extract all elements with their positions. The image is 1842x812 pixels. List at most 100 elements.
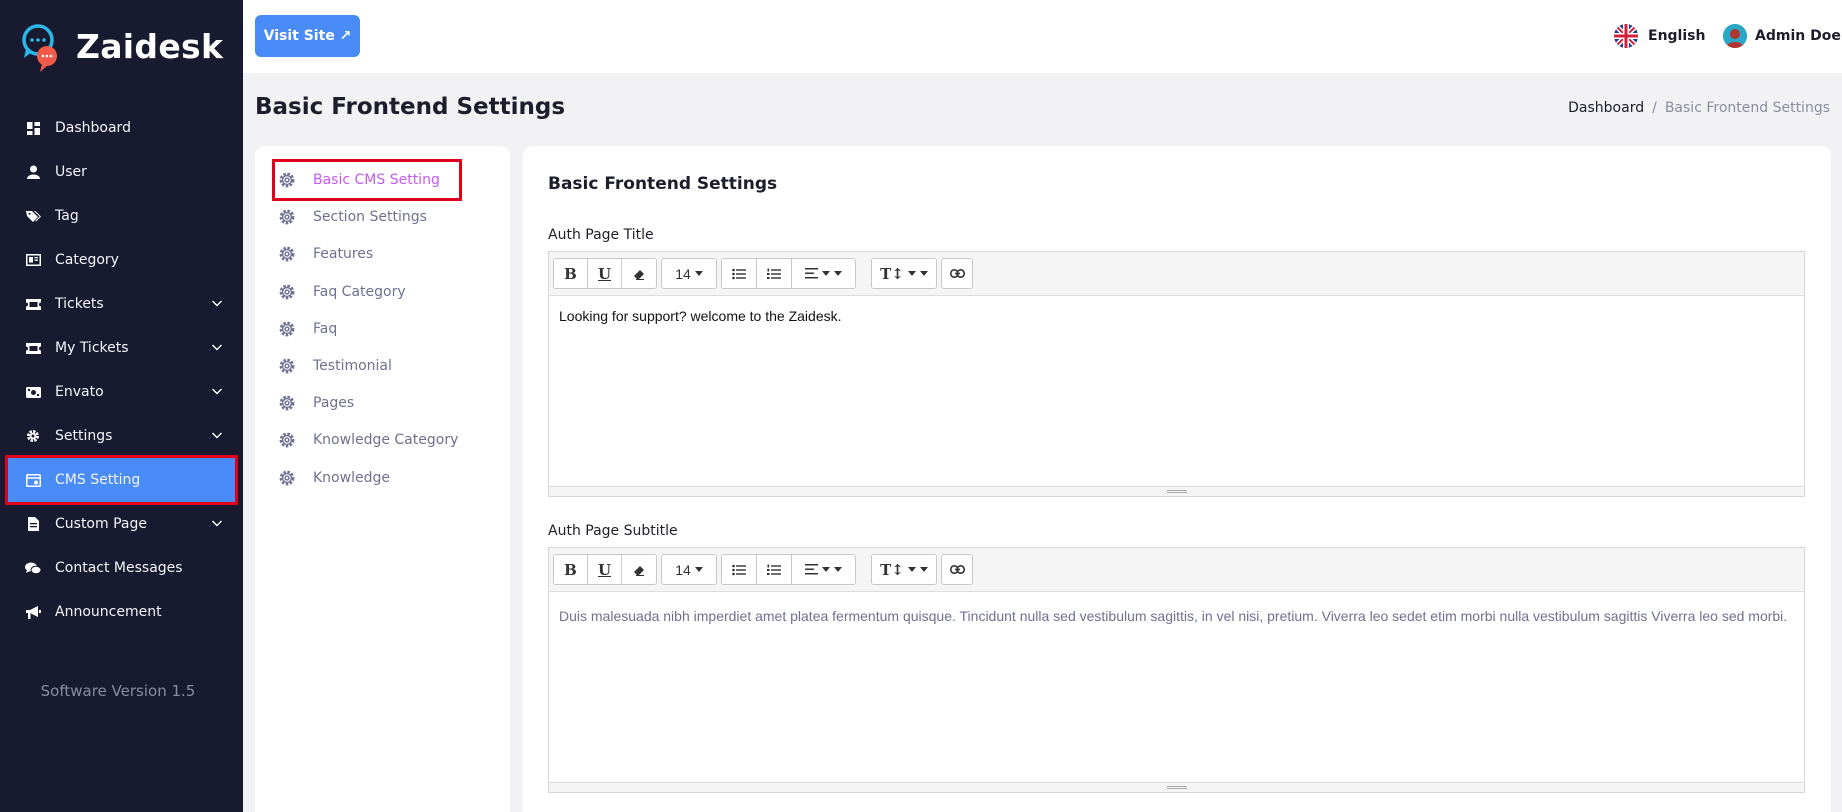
align-dropdown[interactable] xyxy=(792,555,855,584)
sidebar-item-contact-messages[interactable]: Contact Messages xyxy=(0,546,243,590)
cms-menu-pages[interactable]: Pages xyxy=(275,385,354,421)
gear-icon xyxy=(25,428,41,444)
cms-menu-knowledge-category[interactable]: Knowledge Category xyxy=(275,422,458,458)
sidebar: Zaidesk Dashboard User Tag Category Tick… xyxy=(0,0,243,812)
bullet-list-button[interactable] xyxy=(722,555,757,584)
cms-menu-basic-cms-setting[interactable]: Basic CMS Setting xyxy=(272,159,462,201)
gear-icon xyxy=(279,246,295,262)
chevron-down-icon xyxy=(212,388,222,395)
line-height-dropdown[interactable]: T↕ xyxy=(872,259,936,288)
chevron-down-icon xyxy=(212,520,222,527)
align-dropdown[interactable] xyxy=(792,259,855,288)
link-icon xyxy=(949,565,965,574)
app-name: Zaidesk xyxy=(76,26,224,66)
chat-icon xyxy=(25,560,41,576)
auth-subtitle-label: Auth Page Subtitle xyxy=(548,523,678,539)
line-height-dropdown[interactable]: T↕ xyxy=(872,555,936,584)
caret-down-icon xyxy=(907,567,916,572)
editor-toolbar: B U 14 T↕ xyxy=(549,252,1804,296)
sidebar-item-label: User xyxy=(55,164,87,180)
cms-menu-label: Pages xyxy=(313,395,355,411)
auth-title-editor-content[interactable]: Looking for support? welcome to the Zaid… xyxy=(549,296,1804,486)
list-button-group xyxy=(721,258,856,289)
sidebar-item-cms-setting[interactable]: CMS Setting xyxy=(5,455,238,505)
chevron-down-icon xyxy=(212,344,222,351)
bold-button[interactable]: B xyxy=(554,259,588,288)
editor-resize-handle[interactable] xyxy=(549,486,1804,496)
font-size-group: 14 xyxy=(661,554,717,585)
page-icon xyxy=(25,516,41,532)
gear-icon xyxy=(279,395,295,411)
bullet-list-button[interactable] xyxy=(722,259,757,288)
cms-menu-label: Features xyxy=(313,246,374,262)
bullet-list-icon xyxy=(732,564,746,575)
user-menu[interactable]: Admin Doe xyxy=(1723,24,1841,48)
breadcrumb-dashboard-link[interactable]: Dashboard xyxy=(1568,100,1644,116)
sidebar-item-envato[interactable]: Envato xyxy=(0,370,243,414)
settings-form-card: Basic Frontend Settings Auth Page Title … xyxy=(523,146,1831,812)
line-height-group: T↕ xyxy=(871,554,937,585)
sidebar-item-category[interactable]: Category xyxy=(0,238,243,282)
logo-icon xyxy=(20,22,62,72)
sidebar-item-label: Contact Messages xyxy=(55,560,183,576)
auth-subtitle-editor: B U 14 T↕ Duis malesuada nibh imperdiet … xyxy=(548,547,1805,793)
sidebar-item-label: Category xyxy=(55,252,119,268)
sidebar-item-user[interactable]: User xyxy=(0,150,243,194)
software-version: Software Version 1.5 xyxy=(40,682,196,700)
line-height-glyph: T↕ xyxy=(880,560,904,579)
link-button[interactable] xyxy=(942,555,972,584)
sidebar-nav: Dashboard User Tag Category Tickets My T… xyxy=(0,106,243,634)
sidebar-item-label: My Tickets xyxy=(55,340,129,356)
sidebar-item-settings[interactable]: Settings xyxy=(0,414,243,458)
sidebar-item-custom-page[interactable]: Custom Page xyxy=(0,502,243,546)
language-selector[interactable]: English xyxy=(1614,24,1705,48)
caret-down-icon xyxy=(694,271,703,276)
numbered-list-icon xyxy=(767,564,781,575)
cms-menu-label: Faq Category xyxy=(313,284,406,300)
sidebar-item-announcement[interactable]: Announcement xyxy=(0,590,243,634)
cms-menu-knowledge[interactable]: Knowledge xyxy=(275,460,390,496)
numbered-list-button[interactable] xyxy=(757,555,792,584)
link-icon xyxy=(949,269,965,278)
eraser-button[interactable] xyxy=(622,555,656,584)
eraser-icon xyxy=(634,269,644,280)
bold-button[interactable]: B xyxy=(554,555,588,584)
link-group xyxy=(941,554,973,585)
cms-menu-faq[interactable]: Faq xyxy=(275,311,337,347)
link-button[interactable] xyxy=(942,259,972,288)
ticket-icon xyxy=(25,340,41,356)
form-title: Basic Frontend Settings xyxy=(548,174,778,194)
cms-menu-testimonial[interactable]: Testimonial xyxy=(275,348,392,384)
auth-subtitle-editor-content[interactable]: Duis malesuada nibh imperdiet amet plate… xyxy=(549,592,1804,782)
cms-menu-label: Faq xyxy=(313,321,338,337)
font-size-dropdown[interactable]: 14 xyxy=(662,555,716,584)
underline-button[interactable]: U xyxy=(588,555,622,584)
dashboard-icon xyxy=(25,120,41,136)
caret-down-icon xyxy=(822,567,830,572)
cms-menu-features[interactable]: Features xyxy=(275,236,373,272)
numbered-list-button[interactable] xyxy=(757,259,792,288)
sidebar-item-tickets[interactable]: Tickets xyxy=(0,282,243,326)
ticket-icon xyxy=(25,296,41,312)
eraser-button[interactable] xyxy=(622,259,656,288)
cms-menu-label: Section Settings xyxy=(313,209,427,225)
line-height-glyph: T↕ xyxy=(880,264,904,283)
sidebar-item-label: Settings xyxy=(55,428,113,444)
sidebar-item-label: Tag xyxy=(55,208,79,224)
sidebar-item-dashboard[interactable]: Dashboard xyxy=(0,106,243,150)
font-size-dropdown[interactable]: 14 xyxy=(662,259,716,288)
cms-menu-label: Knowledge xyxy=(313,470,390,486)
underline-button[interactable]: U xyxy=(588,259,622,288)
sidebar-item-label: Tickets xyxy=(55,296,104,312)
cms-menu-faq-category[interactable]: Faq Category xyxy=(275,274,406,310)
uk-flag-icon xyxy=(1614,24,1638,48)
cms-menu-section-settings[interactable]: Section Settings xyxy=(275,199,427,235)
editor-resize-handle[interactable] xyxy=(549,782,1804,792)
caret-down-icon xyxy=(834,271,842,276)
sidebar-item-my-tickets[interactable]: My Tickets xyxy=(0,326,243,370)
align-left-icon xyxy=(805,268,818,279)
sidebar-item-tag[interactable]: Tag xyxy=(0,194,243,238)
list-button-group xyxy=(721,554,856,585)
visit-site-button[interactable]: Visit Site ↗ xyxy=(255,15,360,57)
logo[interactable]: Zaidesk xyxy=(20,22,224,72)
